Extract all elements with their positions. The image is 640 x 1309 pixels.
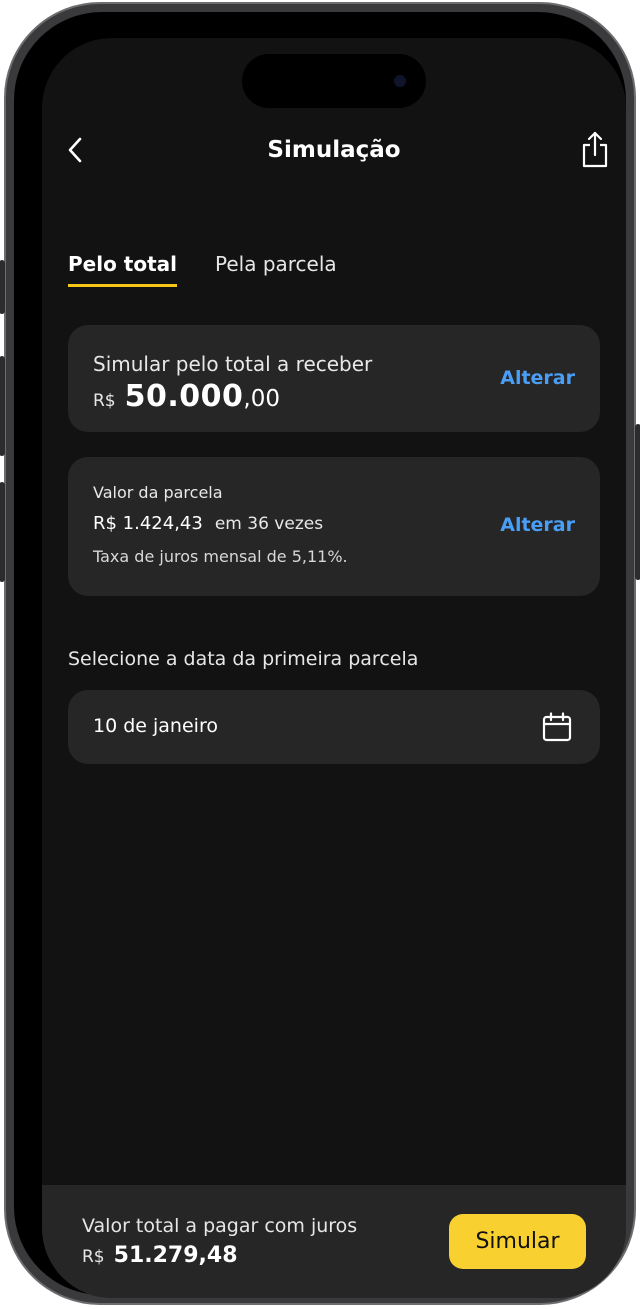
power-button <box>635 424 640 580</box>
camera-icon <box>394 75 406 87</box>
simulate-button[interactable]: Simular <box>449 1214 586 1269</box>
installment-count: em 36 vezes <box>214 514 324 534</box>
amount-integer: 50.000 <box>124 379 244 414</box>
currency-symbol: R$ <box>93 391 116 411</box>
tab-pelo-total[interactable]: Pelo total <box>68 250 177 287</box>
tab-pela-parcela[interactable]: Pela parcela <box>215 250 337 287</box>
total-with-interest-value: R$ 51.279,48 <box>82 1243 238 1268</box>
page-title: Simulação <box>267 137 401 163</box>
installment-label: Valor da parcela <box>93 483 223 502</box>
total-amount-value: R$ 50.000 ,00 <box>93 379 280 414</box>
change-total-button[interactable]: Alterar <box>500 367 575 389</box>
installment-value: R$ 1.424,43 em 36 vezes <box>93 513 323 534</box>
footer-amount: 51.279,48 <box>113 1243 238 1268</box>
action-button <box>0 260 5 314</box>
date-selector[interactable]: 10 de janeiro <box>68 690 600 764</box>
interest-rate-text: Taxa de juros mensal de 5,11%. <box>93 547 348 566</box>
simulation-tabs: Pelo total Pela parcela <box>68 250 375 287</box>
phone-frame: Simulação Pelo total Pela parcela Simula… <box>0 2 640 1305</box>
phone-bezel: Simulação Pelo total Pela parcela Simula… <box>14 12 626 1298</box>
amount-decimal: ,00 <box>243 386 280 412</box>
selected-date: 10 de janeiro <box>93 715 218 737</box>
app-screen: Simulação Pelo total Pela parcela Simula… <box>42 38 626 1298</box>
calendar-icon <box>542 712 572 742</box>
total-with-interest-label: Valor total a pagar com juros <box>82 1215 358 1237</box>
share-icon <box>582 131 608 168</box>
dynamic-island <box>242 54 426 108</box>
volume-up-button <box>0 356 5 456</box>
change-installment-button[interactable]: Alterar <box>500 514 575 536</box>
footer-currency-symbol: R$ <box>82 1247 105 1267</box>
total-amount-card: Simular pelo total a receber R$ 50.000 ,… <box>68 325 600 432</box>
calendar-button[interactable] <box>540 710 574 744</box>
total-amount-label: Simular pelo total a receber <box>93 352 373 376</box>
total-footer: Valor total a pagar com juros R$ 51.279,… <box>42 1185 626 1298</box>
share-button[interactable] <box>578 130 612 170</box>
volume-down-button <box>0 482 5 582</box>
installment-amount: R$ 1.424,43 <box>93 513 203 534</box>
installment-card: Valor da parcela R$ 1.424,43 em 36 vezes… <box>68 457 600 596</box>
first-installment-heading: Selecione a data da primeira parcela <box>68 648 419 670</box>
